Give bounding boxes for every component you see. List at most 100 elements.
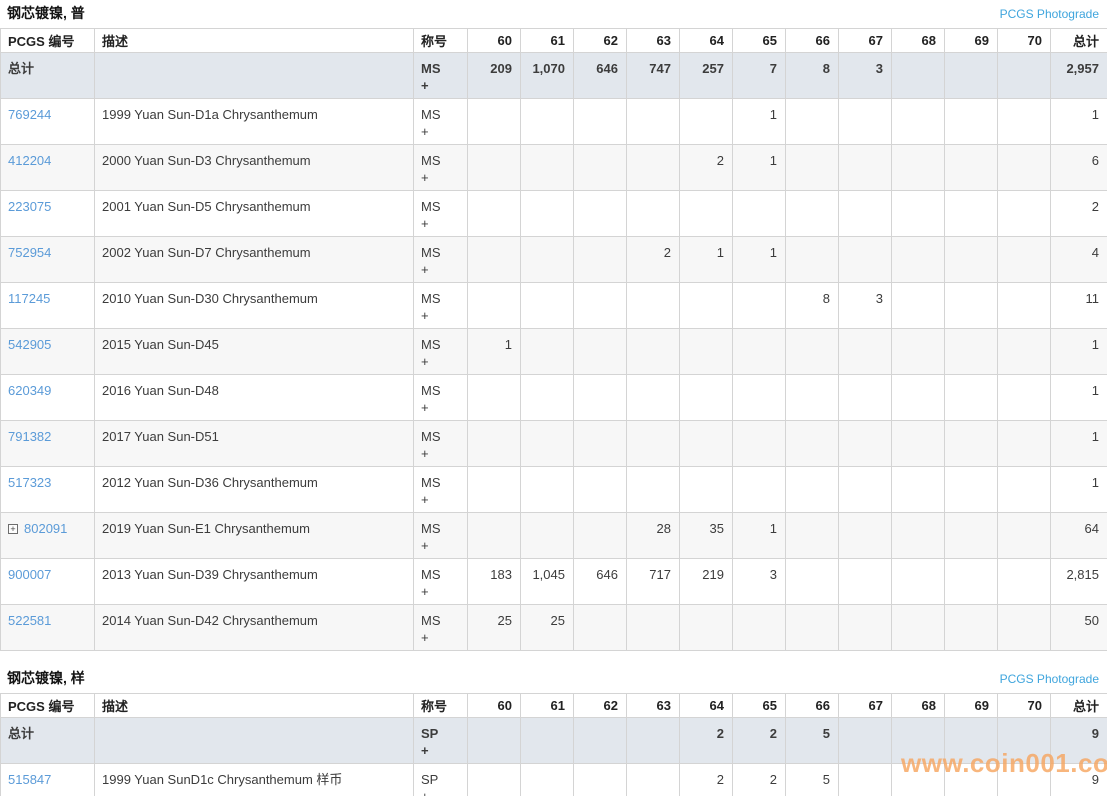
pcgs-number-link[interactable]: 542905	[8, 337, 51, 352]
grade-count-cell: 1	[733, 99, 786, 145]
grade-count-cell	[786, 421, 839, 467]
designation: SP +	[414, 718, 468, 764]
grade-count-cell	[786, 191, 839, 237]
population-section: 钢芯镀镍, 普 PCGS Photograde PCGS 编号描述称号60616…	[0, 0, 1107, 651]
grade-count-cell	[521, 329, 574, 375]
expand-icon[interactable]: +	[8, 524, 18, 534]
column-header: 69	[945, 29, 998, 53]
row-total-cell: 6	[1051, 145, 1107, 191]
grade-count-cell: 5	[786, 718, 839, 764]
grade-count-cell	[627, 329, 680, 375]
grade-count-cell	[892, 145, 945, 191]
column-header: 67	[839, 29, 892, 53]
pcgs-number-link[interactable]: 522581	[8, 613, 51, 628]
grade-count-cell: 2	[733, 764, 786, 796]
grade-count-cell	[892, 605, 945, 651]
pcgs-number-cell: 542905	[1, 329, 95, 375]
grade-count-cell	[574, 605, 627, 651]
grade-count-cell	[839, 718, 892, 764]
column-header: 总计	[1051, 694, 1107, 718]
grade-count-cell	[839, 513, 892, 559]
row-total-cell: 9	[1051, 764, 1107, 796]
column-header: 64	[680, 29, 733, 53]
grade-count-cell	[945, 421, 998, 467]
grade-count-cell	[574, 513, 627, 559]
coin-description: 1999 Yuan SunD1c Chrysanthemum 样币	[95, 764, 414, 796]
grade-count-cell	[998, 283, 1051, 329]
column-header: 69	[945, 694, 998, 718]
grade-count-cell: 2	[733, 718, 786, 764]
grade-count-cell	[892, 559, 945, 605]
grade-count-cell: 219	[680, 559, 733, 605]
grade-count-cell: 25	[468, 605, 521, 651]
grade-count-cell	[468, 237, 521, 283]
population-table: PCGS 编号描述称号6061626364656667686970总计 总计MS…	[0, 28, 1107, 651]
table-row: 7692441999 Yuan Sun-D1a ChrysanthemumMS …	[1, 99, 1107, 145]
grade-count-cell: 1	[733, 237, 786, 283]
pcgs-number-link[interactable]: 769244	[8, 107, 51, 122]
grade-count-cell: 2	[680, 764, 733, 796]
pcgs-number-link[interactable]: 412204	[8, 153, 51, 168]
row-total-cell: 1	[1051, 329, 1107, 375]
grade-count-cell	[574, 718, 627, 764]
column-header: 67	[839, 694, 892, 718]
grade-count-cell	[733, 605, 786, 651]
pcgs-photograde-link[interactable]: PCGS Photograde	[1000, 673, 1099, 686]
column-header: 65	[733, 29, 786, 53]
grade-count-cell	[521, 467, 574, 513]
grade-count-cell: 35	[680, 513, 733, 559]
grade-count-cell: 8	[786, 283, 839, 329]
designation: MS +	[414, 329, 468, 375]
grade-count-cell	[680, 421, 733, 467]
pcgs-number-cell: 522581	[1, 605, 95, 651]
grade-count-cell	[839, 421, 892, 467]
grade-count-cell: 1,045	[521, 559, 574, 605]
grade-count-cell	[945, 329, 998, 375]
grade-count-cell	[468, 513, 521, 559]
grade-count-cell	[521, 764, 574, 796]
pcgs-number-link[interactable]: 752954	[8, 245, 51, 260]
grade-count-cell: 2	[680, 718, 733, 764]
designation: MS +	[414, 145, 468, 191]
table-row: 5158471999 Yuan SunD1c Chrysanthemum 样币S…	[1, 764, 1107, 796]
row-total-cell: 1	[1051, 99, 1107, 145]
coin-description: 2013 Yuan Sun-D39 Chrysanthemum	[95, 559, 414, 605]
grade-count-cell	[574, 375, 627, 421]
row-total-cell: 1	[1051, 467, 1107, 513]
grade-count-cell	[521, 718, 574, 764]
column-header: 65	[733, 694, 786, 718]
pcgs-number-link[interactable]: 515847	[8, 772, 51, 787]
pcgs-number-cell: 412204	[1, 145, 95, 191]
pcgs-number-cell: +802091	[1, 513, 95, 559]
grade-count-cell	[998, 237, 1051, 283]
grade-count-cell	[945, 718, 998, 764]
pcgs-number-link[interactable]: 223075	[8, 199, 51, 214]
table-row: 9000072013 Yuan Sun-D39 ChrysanthemumMS …	[1, 559, 1107, 605]
grade-count-cell	[468, 375, 521, 421]
section-header: 钢芯镀镍, 普 PCGS Photograde	[0, 0, 1107, 28]
grade-count-cell	[998, 718, 1051, 764]
totals-label: 总计	[1, 718, 95, 764]
row-total-cell: 64	[1051, 513, 1107, 559]
grade-count-cell	[998, 375, 1051, 421]
grade-count-cell: 257	[680, 53, 733, 99]
pcgs-photograde-link[interactable]: PCGS Photograde	[1000, 8, 1099, 21]
grade-count-cell	[680, 329, 733, 375]
grade-count-cell: 28	[627, 513, 680, 559]
grade-count-cell	[945, 605, 998, 651]
grade-count-cell	[998, 99, 1051, 145]
coin-description: 2010 Yuan Sun-D30 Chrysanthemum	[95, 283, 414, 329]
pcgs-number-link[interactable]: 117245	[8, 291, 50, 306]
pcgs-number-link[interactable]: 900007	[8, 567, 51, 582]
row-total-cell: 2	[1051, 191, 1107, 237]
pcgs-number-link[interactable]: 791382	[8, 429, 51, 444]
grade-count-cell: 1	[680, 237, 733, 283]
coin-description: 2002 Yuan Sun-D7 Chrysanthemum	[95, 237, 414, 283]
grade-count-cell	[786, 145, 839, 191]
population-section: 钢芯镀镍, 样 PCGS Photograde PCGS 编号描述称号60616…	[0, 665, 1107, 796]
pcgs-number-link[interactable]: 802091	[24, 521, 67, 536]
column-header: 61	[521, 694, 574, 718]
pcgs-number-link[interactable]: 517323	[8, 475, 51, 490]
grade-count-cell	[521, 145, 574, 191]
pcgs-number-link[interactable]: 620349	[8, 383, 51, 398]
